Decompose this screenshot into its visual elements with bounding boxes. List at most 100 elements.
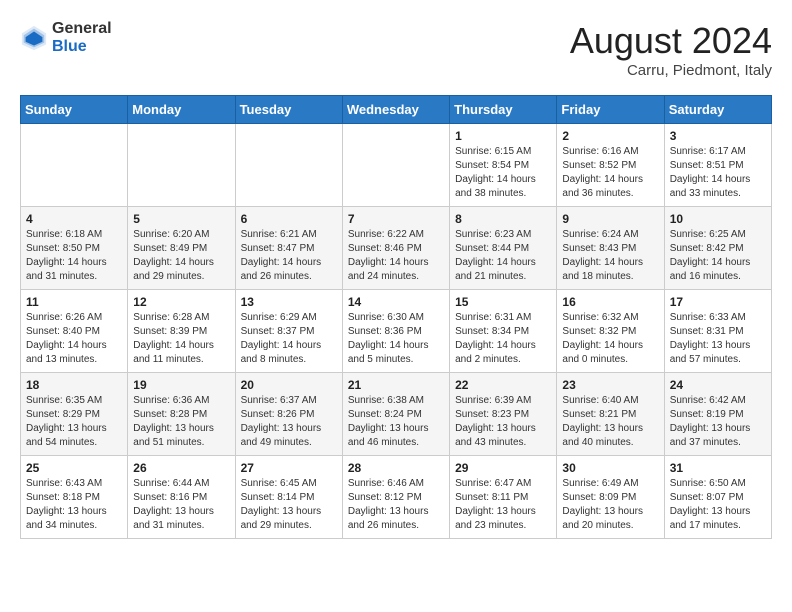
calendar-cell: 24 Sunrise: 6:42 AM Sunset: 8:19 PM Dayli… xyxy=(664,373,771,456)
day-number: 31 xyxy=(670,461,766,475)
day-info: Sunrise: 6:50 AM Sunset: 8:07 PM Dayligh… xyxy=(670,477,766,533)
day-number: 8 xyxy=(455,212,551,226)
day-number: 18 xyxy=(26,378,122,392)
location-subtitle: Carru, Piedmont, Italy xyxy=(570,62,772,79)
day-header-saturday: Saturday xyxy=(664,96,771,124)
day-number: 24 xyxy=(670,378,766,392)
day-header-monday: Monday xyxy=(128,96,235,124)
day-header-tuesday: Tuesday xyxy=(235,96,342,124)
calendar-cell: 7 Sunrise: 6:22 AM Sunset: 8:46 PM Daylig… xyxy=(342,207,449,290)
header-row: SundayMondayTuesdayWednesdayThursdayFrid… xyxy=(21,96,772,124)
calendar-cell: 13Sunrise: 6:29 AM Sunset: 8:37 PM Dayli… xyxy=(235,290,342,373)
day-info: Sunrise: 6:40 AM Sunset: 8:21 PM Dayligh… xyxy=(562,394,658,450)
logo-general-text: General xyxy=(52,20,112,38)
day-info: Sunrise: 6:46 AM Sunset: 8:12 PM Dayligh… xyxy=(348,477,444,533)
day-header-thursday: Thursday xyxy=(450,96,557,124)
calendar-cell: 8 Sunrise: 6:23 AM Sunset: 8:44 PM Daylig… xyxy=(450,207,557,290)
calendar-cell: 27 Sunrise: 6:45 AM Sunset: 8:14 PM Dayli… xyxy=(235,456,342,539)
logo-blue-text: Blue xyxy=(52,38,112,56)
day-number: 16 xyxy=(562,295,658,309)
day-number: 17 xyxy=(670,295,766,309)
day-number: 14 xyxy=(348,295,444,309)
day-info: Sunrise: 6:49 AM Sunset: 8:09 PM Dayligh… xyxy=(562,477,658,533)
calendar-cell: 15 Sunrise: 6:31 AM Sunset: 8:34 PM Dayli… xyxy=(450,290,557,373)
day-number: 7 xyxy=(348,212,444,226)
calendar-cell: 14 Sunrise: 6:30 AM Sunset: 8:36 PM Dayli… xyxy=(342,290,449,373)
day-info: Sunrise: 6:17 AM Sunset: 8:51 PM Dayligh… xyxy=(670,145,766,201)
calendar-cell: 9 Sunrise: 6:24 AM Sunset: 8:43 PM Daylig… xyxy=(557,207,664,290)
day-number: 9 xyxy=(562,212,658,226)
month-year-title: August 2024 xyxy=(570,20,772,62)
day-info: Sunrise: 6:45 AM Sunset: 8:14 PM Dayligh… xyxy=(241,477,337,533)
calendar-week-5: 25 Sunrise: 6:43 AM Sunset: 8:18 PM Dayli… xyxy=(21,456,772,539)
calendar-cell: 11Sunrise: 6:26 AM Sunset: 8:40 PM Dayli… xyxy=(21,290,128,373)
day-number: 2 xyxy=(562,129,658,143)
day-info: Sunrise: 6:24 AM Sunset: 8:43 PM Dayligh… xyxy=(562,228,658,284)
day-number: 3 xyxy=(670,129,766,143)
day-number: 27 xyxy=(241,461,337,475)
day-info: Sunrise: 6:43 AM Sunset: 8:18 PM Dayligh… xyxy=(26,477,122,533)
calendar-cell: 25 Sunrise: 6:43 AM Sunset: 8:18 PM Dayli… xyxy=(21,456,128,539)
calendar-cell: 5Sunrise: 6:20 AM Sunset: 8:49 PM Daylig… xyxy=(128,207,235,290)
calendar-cell: 28 Sunrise: 6:46 AM Sunset: 8:12 PM Dayli… xyxy=(342,456,449,539)
day-number: 29 xyxy=(455,461,551,475)
calendar-cell: 31 Sunrise: 6:50 AM Sunset: 8:07 PM Dayli… xyxy=(664,456,771,539)
calendar-cell: 18 Sunrise: 6:35 AM Sunset: 8:29 PM Dayli… xyxy=(21,373,128,456)
day-info: Sunrise: 6:28 AM Sunset: 8:39 PM Dayligh… xyxy=(133,311,229,367)
calendar-cell: 21Sunrise: 6:38 AM Sunset: 8:24 PM Dayli… xyxy=(342,373,449,456)
day-number: 15 xyxy=(455,295,551,309)
calendar-cell: 26 Sunrise: 6:44 AM Sunset: 8:16 PM Dayli… xyxy=(128,456,235,539)
calendar-cell: 17 Sunrise: 6:33 AM Sunset: 8:31 PM Dayli… xyxy=(664,290,771,373)
calendar-cell: 6Sunrise: 6:21 AM Sunset: 8:47 PM Daylig… xyxy=(235,207,342,290)
logo-text: General Blue xyxy=(52,20,112,55)
calendar-week-2: 4Sunrise: 6:18 AM Sunset: 8:50 PM Daylig… xyxy=(21,207,772,290)
calendar-cell: 16 Sunrise: 6:32 AM Sunset: 8:32 PM Dayli… xyxy=(557,290,664,373)
day-info: Sunrise: 6:16 AM Sunset: 8:52 PM Dayligh… xyxy=(562,145,658,201)
day-number: 1 xyxy=(455,129,551,143)
calendar-cell: 20Sunrise: 6:37 AM Sunset: 8:26 PM Dayli… xyxy=(235,373,342,456)
calendar-cell: 3 Sunrise: 6:17 AM Sunset: 8:51 PM Daylig… xyxy=(664,124,771,207)
day-number: 23 xyxy=(562,378,658,392)
day-info: Sunrise: 6:32 AM Sunset: 8:32 PM Dayligh… xyxy=(562,311,658,367)
calendar-cell: 1 Sunrise: 6:15 AM Sunset: 8:54 PM Daylig… xyxy=(450,124,557,207)
day-header-sunday: Sunday xyxy=(21,96,128,124)
day-info: Sunrise: 6:25 AM Sunset: 8:42 PM Dayligh… xyxy=(670,228,766,284)
calendar-cell xyxy=(235,124,342,207)
calendar-cell: 29Sunrise: 6:47 AM Sunset: 8:11 PM Dayli… xyxy=(450,456,557,539)
day-info: Sunrise: 6:23 AM Sunset: 8:44 PM Dayligh… xyxy=(455,228,551,284)
calendar-cell: 19 Sunrise: 6:36 AM Sunset: 8:28 PM Dayli… xyxy=(128,373,235,456)
day-info: Sunrise: 6:30 AM Sunset: 8:36 PM Dayligh… xyxy=(348,311,444,367)
day-info: Sunrise: 6:33 AM Sunset: 8:31 PM Dayligh… xyxy=(670,311,766,367)
day-number: 25 xyxy=(26,461,122,475)
logo-icon xyxy=(20,24,48,52)
day-info: Sunrise: 6:29 AM Sunset: 8:37 PM Dayligh… xyxy=(241,311,337,367)
day-number: 19 xyxy=(133,378,229,392)
title-block: August 2024 Carru, Piedmont, Italy xyxy=(570,20,772,79)
day-info: Sunrise: 6:31 AM Sunset: 8:34 PM Dayligh… xyxy=(455,311,551,367)
day-info: Sunrise: 6:44 AM Sunset: 8:16 PM Dayligh… xyxy=(133,477,229,533)
day-number: 26 xyxy=(133,461,229,475)
day-info: Sunrise: 6:22 AM Sunset: 8:46 PM Dayligh… xyxy=(348,228,444,284)
logo: General Blue xyxy=(20,20,112,55)
day-number: 28 xyxy=(348,461,444,475)
day-info: Sunrise: 6:37 AM Sunset: 8:26 PM Dayligh… xyxy=(241,394,337,450)
page-header: General Blue August 2024 Carru, Piedmont… xyxy=(20,20,772,79)
day-info: Sunrise: 6:38 AM Sunset: 8:24 PM Dayligh… xyxy=(348,394,444,450)
day-info: Sunrise: 6:35 AM Sunset: 8:29 PM Dayligh… xyxy=(26,394,122,450)
calendar-cell: 10 Sunrise: 6:25 AM Sunset: 8:42 PM Dayli… xyxy=(664,207,771,290)
calendar-cell: 22Sunrise: 6:39 AM Sunset: 8:23 PM Dayli… xyxy=(450,373,557,456)
day-info: Sunrise: 6:18 AM Sunset: 8:50 PM Dayligh… xyxy=(26,228,122,284)
day-number: 10 xyxy=(670,212,766,226)
calendar-week-3: 11Sunrise: 6:26 AM Sunset: 8:40 PM Dayli… xyxy=(21,290,772,373)
calendar-cell xyxy=(128,124,235,207)
day-info: Sunrise: 6:42 AM Sunset: 8:19 PM Dayligh… xyxy=(670,394,766,450)
calendar-cell: 30 Sunrise: 6:49 AM Sunset: 8:09 PM Dayli… xyxy=(557,456,664,539)
day-info: Sunrise: 6:26 AM Sunset: 8:40 PM Dayligh… xyxy=(26,311,122,367)
day-info: Sunrise: 6:20 AM Sunset: 8:49 PM Dayligh… xyxy=(133,228,229,284)
day-number: 6 xyxy=(241,212,337,226)
day-info: Sunrise: 6:15 AM Sunset: 8:54 PM Dayligh… xyxy=(455,145,551,201)
calendar-cell: 2 Sunrise: 6:16 AM Sunset: 8:52 PM Daylig… xyxy=(557,124,664,207)
day-info: Sunrise: 6:36 AM Sunset: 8:28 PM Dayligh… xyxy=(133,394,229,450)
calendar-cell: 23 Sunrise: 6:40 AM Sunset: 8:21 PM Dayli… xyxy=(557,373,664,456)
day-number: 30 xyxy=(562,461,658,475)
